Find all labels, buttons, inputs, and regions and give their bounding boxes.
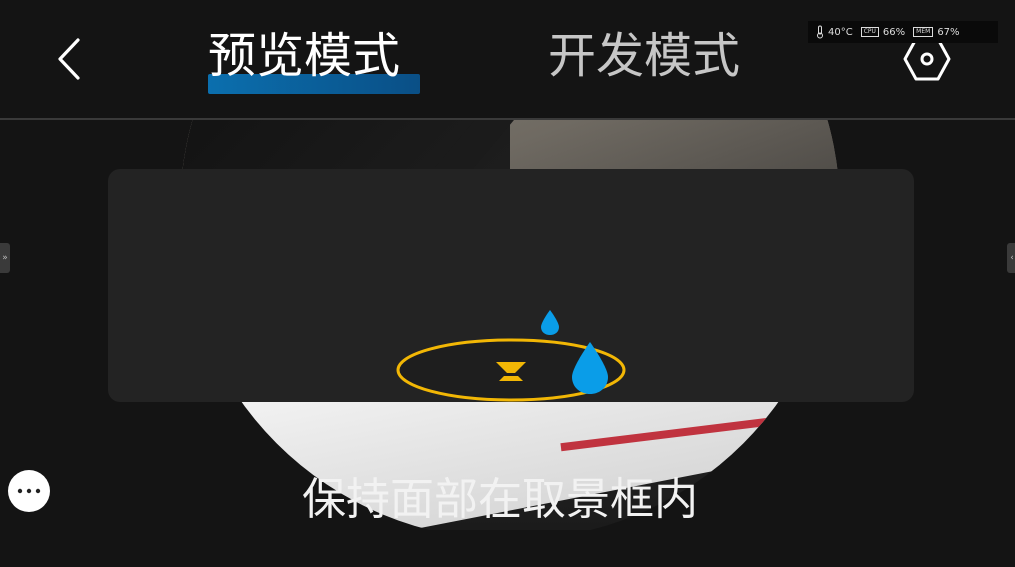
loading-bell-icon [396,310,626,402]
top-divider [0,118,1015,120]
chevron-left-icon [58,38,80,80]
right-drawer-handle[interactable]: ‹ [1007,243,1015,273]
thermometer-icon [816,25,824,39]
cpu-chip-icon: CPU [860,27,879,37]
bottom-strip [0,530,1015,567]
memory-status: MEM 67% [913,26,960,38]
tab-developer-mode[interactable]: 开发模式 [548,26,740,86]
memory-chip-icon: MEM [913,27,934,37]
loading-indicator [396,310,628,402]
more-dots-icon [17,488,41,494]
cpu-status: CPU 66% [860,26,906,38]
temperature-status: 40°C [816,25,853,39]
system-status-bar: 40°C CPU 66% MEM 67% [808,21,998,43]
cpu-value: 66% [882,26,906,38]
top-bar [0,0,1015,118]
left-drawer-handle[interactable]: » [0,243,10,273]
face-guide-hint: 保持面部在取景框内 [302,474,698,525]
tab-preview-mode[interactable]: 预览模式 [208,26,400,86]
memory-value: 67% [937,26,960,38]
back-button[interactable] [50,34,90,84]
more-options-button[interactable] [8,470,50,512]
temperature-value: 40°C [828,26,853,38]
